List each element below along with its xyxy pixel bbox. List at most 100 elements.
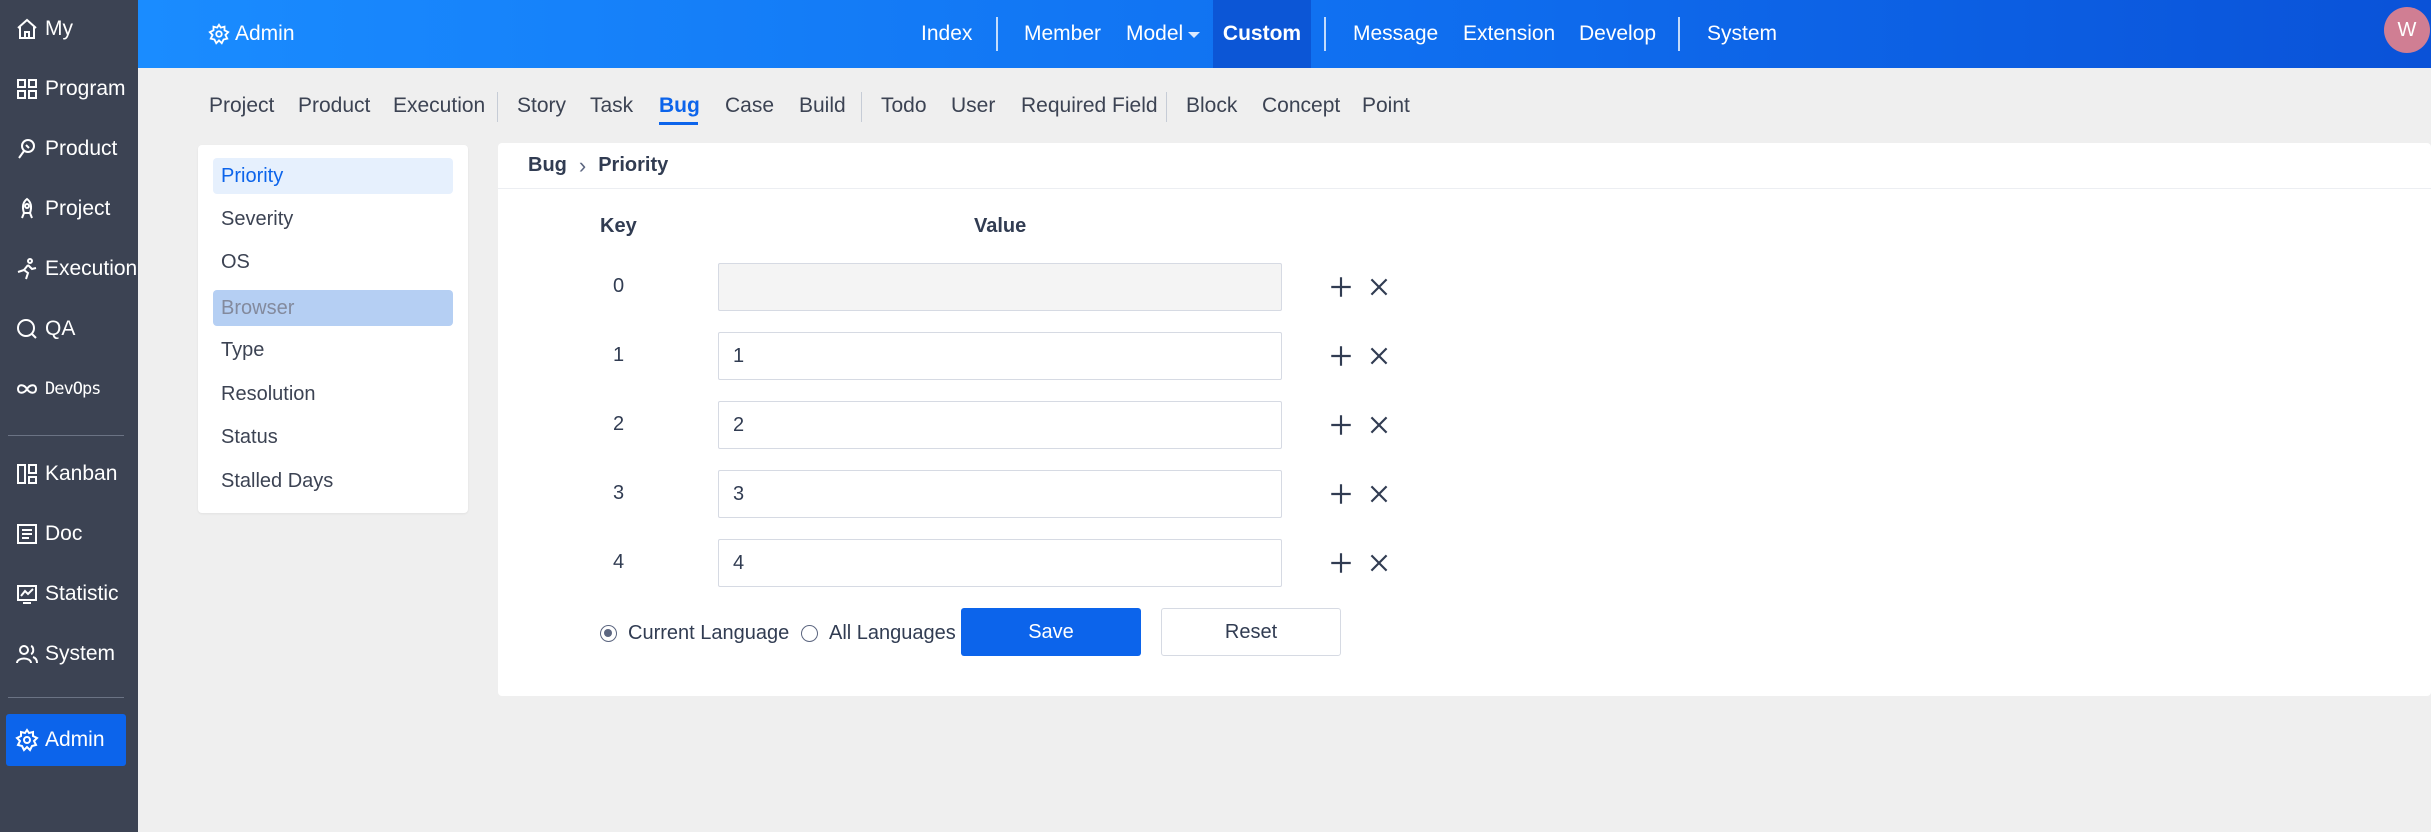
gear-icon xyxy=(15,728,39,752)
topnav-model[interactable]: Model xyxy=(1126,0,1201,68)
add-row-button[interactable] xyxy=(1326,341,1356,371)
topnav-extension[interactable]: Extension xyxy=(1463,0,1555,68)
reset-button[interactable]: Reset xyxy=(1161,608,1341,656)
value-input[interactable] xyxy=(718,332,1282,380)
subnav-execution[interactable]: Execution xyxy=(393,94,485,118)
menu-item-type[interactable]: Type xyxy=(213,332,453,368)
delete-row-button[interactable] xyxy=(1364,410,1394,440)
doc-icon xyxy=(17,524,37,544)
topnav-develop[interactable]: Develop xyxy=(1579,0,1656,68)
admin-title-label: Admin xyxy=(235,22,295,45)
sidebar-item-system[interactable]: System xyxy=(6,628,126,680)
sidebar-divider xyxy=(8,697,124,698)
sidebar-item-admin[interactable]: Admin xyxy=(6,714,126,766)
radio-checked xyxy=(600,624,617,642)
breadcrumb-parent[interactable]: Bug xyxy=(528,154,567,177)
subnav-build[interactable]: Build xyxy=(799,94,846,118)
value-input[interactable] xyxy=(718,539,1282,587)
menu-item-resolution[interactable]: Resolution xyxy=(213,376,453,412)
sidebar-item-project[interactable]: Project xyxy=(6,183,126,235)
sidebar-item-label: Program xyxy=(45,77,126,100)
sidebar-item-qa[interactable]: QA xyxy=(6,303,126,355)
bulb-icon xyxy=(18,139,35,159)
add-row-button[interactable] xyxy=(1326,272,1356,302)
sidebar-item-label: Project xyxy=(45,197,111,220)
menu-item-priority[interactable]: Priority xyxy=(213,158,453,194)
subnav-project[interactable]: Project xyxy=(209,94,274,118)
menu-item-browser[interactable]: Browser xyxy=(213,290,453,326)
value-input[interactable] xyxy=(718,470,1282,518)
sidebar-item-label: DevOps xyxy=(45,379,101,399)
menu-item-stalled-days[interactable]: Stalled Days xyxy=(213,463,453,499)
close-icon xyxy=(1370,485,1388,503)
plus-icon xyxy=(1331,346,1351,366)
subnav-separator xyxy=(497,92,498,122)
add-row-button[interactable] xyxy=(1326,548,1356,578)
row-key: 3 xyxy=(613,482,625,504)
sidebar-item-doc[interactable]: Doc xyxy=(6,508,126,560)
avatar[interactable]: W xyxy=(2384,7,2430,53)
breadcrumb: Bug › Priority xyxy=(528,143,668,188)
sidebar-item-kanban[interactable]: Kanban xyxy=(6,448,126,500)
sidebar-item-devops[interactable]: DevOps xyxy=(6,363,126,415)
topnav-model-label: Model xyxy=(1126,22,1184,45)
topnav-index[interactable]: Index xyxy=(921,0,972,68)
kanban-icon xyxy=(17,464,37,484)
sidebar-item-label: Product xyxy=(45,137,118,160)
value-column-header: Value xyxy=(974,215,1027,237)
subnav-bug[interactable]: Bug xyxy=(659,94,700,118)
value-input[interactable] xyxy=(718,401,1282,449)
topnav-system[interactable]: System xyxy=(1707,0,1777,68)
add-row-button[interactable] xyxy=(1326,410,1356,440)
add-row-button[interactable] xyxy=(1326,479,1356,509)
subnav-block[interactable]: Block xyxy=(1186,94,1237,118)
search-icon xyxy=(17,319,37,339)
topnav-member[interactable]: Member xyxy=(1024,0,1101,68)
save-button[interactable]: Save xyxy=(961,608,1141,656)
sidebar-item-label: Admin xyxy=(45,728,105,751)
row-key: 0 xyxy=(613,275,625,297)
sidebar-item-product[interactable]: Product xyxy=(6,123,126,175)
current-language-label: Current Language xyxy=(628,621,790,644)
sidebar-item-execution[interactable]: Execution xyxy=(6,243,137,295)
subnav-concept[interactable]: Concept xyxy=(1262,94,1340,118)
delete-row-button[interactable] xyxy=(1364,479,1394,509)
subnav-point[interactable]: Point xyxy=(1362,94,1410,118)
admin-title[interactable]: Admin xyxy=(208,0,295,68)
infinity-icon xyxy=(16,384,38,394)
subnav-case[interactable]: Case xyxy=(725,94,774,118)
close-icon xyxy=(1370,347,1388,365)
sidebar-item-my[interactable]: My xyxy=(6,3,126,55)
sidebar-item-program[interactable]: Program xyxy=(6,63,126,115)
delete-row-button[interactable] xyxy=(1364,272,1394,302)
plus-icon xyxy=(1331,415,1351,435)
topnav-custom[interactable]: Custom xyxy=(1213,0,1311,68)
users-icon xyxy=(16,645,38,664)
menu-item-status[interactable]: Status xyxy=(213,419,453,455)
menu-item-severity[interactable]: Severity xyxy=(213,201,453,237)
subnav-todo[interactable]: Todo xyxy=(881,94,927,118)
subnav-separator xyxy=(1166,92,1167,122)
sidebar-item-statistic[interactable]: Statistic xyxy=(6,568,126,620)
menu-item-os[interactable]: OS xyxy=(213,244,453,280)
sidebar-item-label: QA xyxy=(45,317,76,340)
main-panel: Bug › Priority Key Value 0 1 2 3 4 xyxy=(498,143,2431,696)
subnav-required-field[interactable]: Required Field xyxy=(1021,94,1158,118)
subnav-user[interactable]: User xyxy=(951,94,995,118)
row-key: 1 xyxy=(613,344,625,366)
all-languages-radio[interactable]: All Languages xyxy=(801,618,956,648)
row-key: 4 xyxy=(613,551,625,573)
value-input[interactable] xyxy=(718,263,1282,311)
current-language-radio[interactable]: Current Language xyxy=(600,618,789,648)
delete-row-button[interactable] xyxy=(1364,341,1394,371)
key-column-header: Key xyxy=(600,215,637,237)
subnav-active-underline xyxy=(659,122,698,125)
gear-icon xyxy=(208,23,230,45)
subnav-product[interactable]: Product xyxy=(298,94,370,118)
delete-row-button[interactable] xyxy=(1364,548,1394,578)
subnav-story[interactable]: Story xyxy=(517,94,566,118)
subnav-task[interactable]: Task xyxy=(590,94,633,118)
topnav-message[interactable]: Message xyxy=(1353,0,1438,68)
sidebar-item-label: Statistic xyxy=(45,582,119,605)
plus-icon xyxy=(1331,484,1351,504)
